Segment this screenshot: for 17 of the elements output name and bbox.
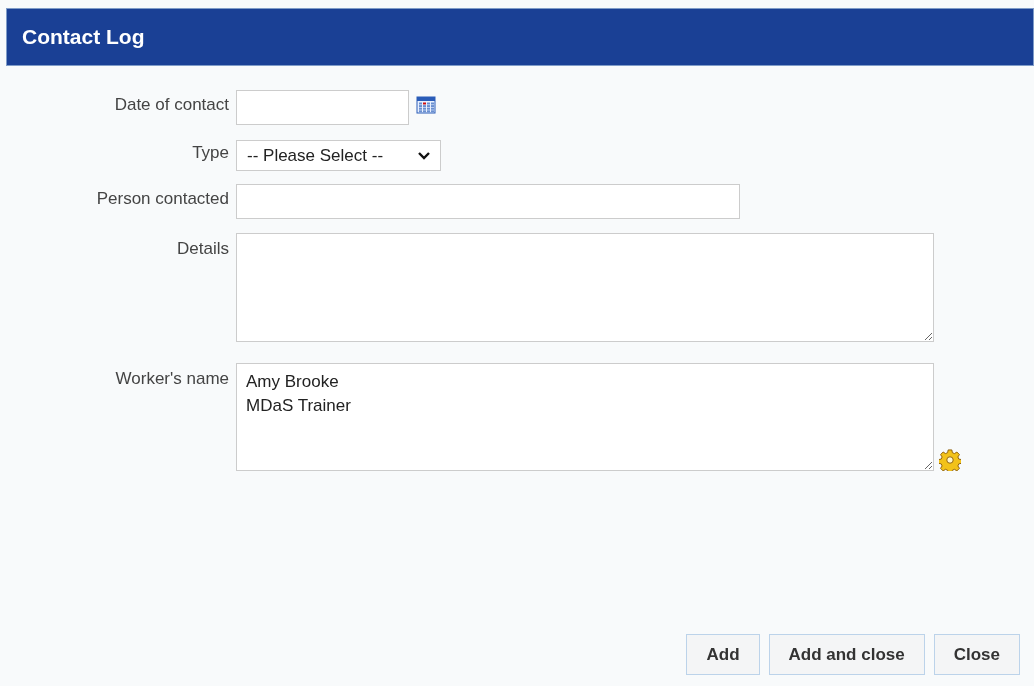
- chevron-down-icon: [418, 151, 430, 160]
- gear-icon[interactable]: [939, 449, 961, 471]
- field-label: Type: [192, 143, 229, 162]
- details-text-area[interactable]: [236, 233, 934, 342]
- action-button[interactable]: Close: [933, 634, 1020, 675]
- field-label: Date of contact: [114, 95, 229, 114]
- worker-name-text-area[interactable]: Amy Brooke MDaS Trainer: [236, 363, 934, 471]
- calendar-icon[interactable]: [416, 95, 436, 115]
- type-select[interactable]: -- Please Select --: [236, 140, 441, 171]
- date-input-field[interactable]: [236, 90, 409, 125]
- window-title: Contact Log: [22, 24, 145, 51]
- field-label: Worker's name: [115, 369, 229, 388]
- field-label: Person contacted: [96, 189, 229, 208]
- action-button[interactable]: Add: [686, 634, 760, 675]
- action-button[interactable]: Add and close: [768, 634, 925, 675]
- person-input-field[interactable]: [236, 184, 740, 219]
- field-label: Details: [177, 239, 229, 258]
